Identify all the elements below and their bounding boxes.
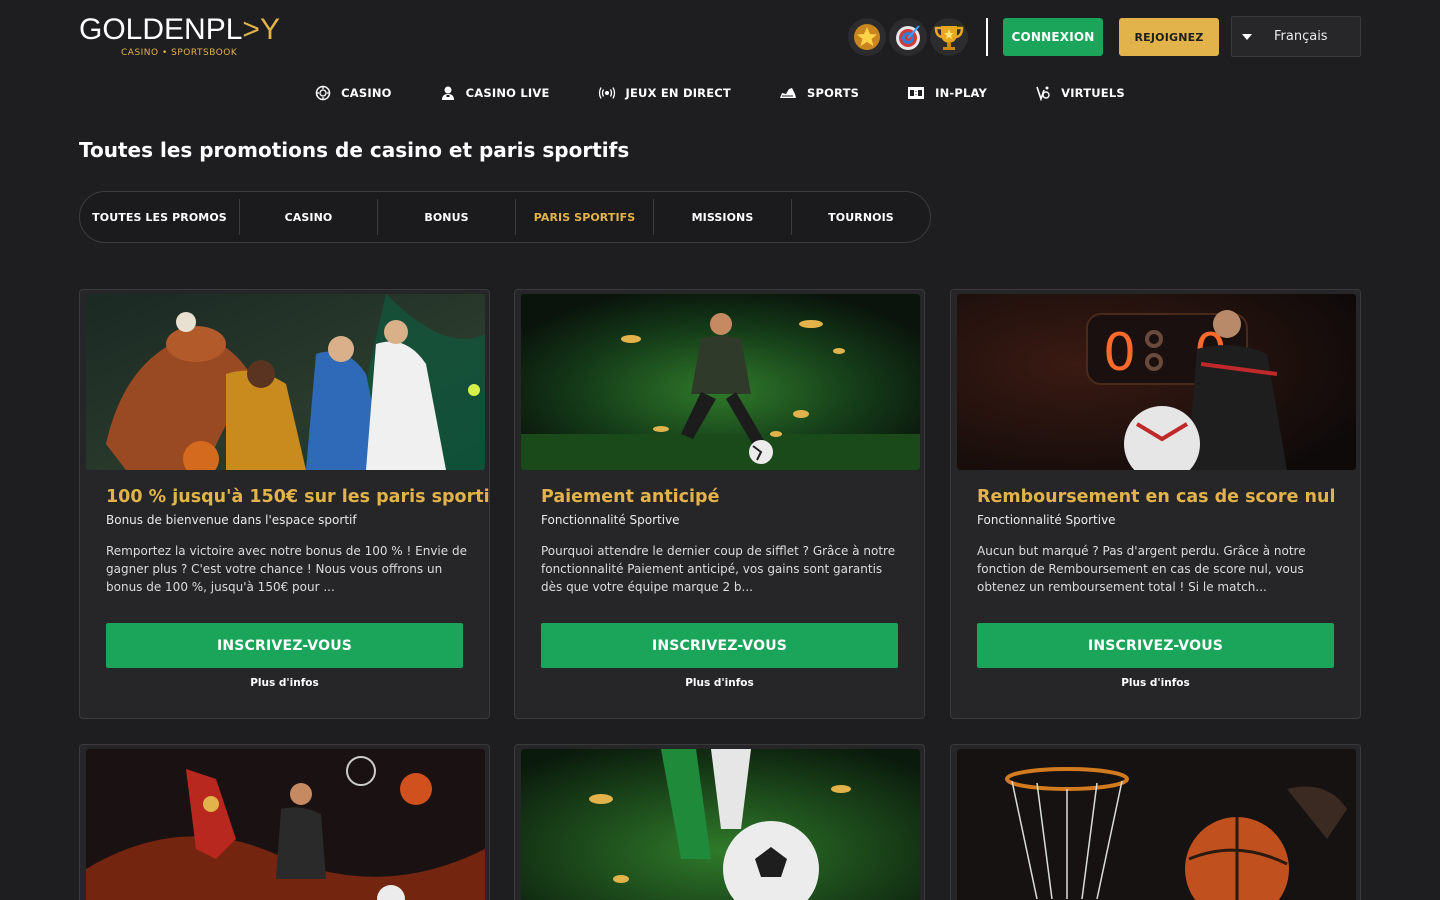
signup-button[interactable]: INSCRIVEZ-VOUS [541, 623, 898, 668]
tab-bonus[interactable]: BONUS [378, 199, 516, 235]
nav-item-virtual[interactable]: VIRTUELS [1035, 80, 1125, 106]
language-select[interactable]: Français [1231, 16, 1361, 57]
language-value: Français [1274, 29, 1328, 44]
promo-card [79, 744, 490, 900]
virtual-icon [1036, 86, 1050, 101]
nav-item-sports[interactable]: SPORTS [779, 80, 859, 106]
login-button[interactable]: CONNEXION [1003, 18, 1103, 56]
promo-image-scoreboard: 0 0 [957, 294, 1356, 470]
trophy-badge-icon[interactable] [930, 18, 968, 56]
dealer-icon [441, 86, 454, 100]
promo-description: Remportez la victoire avec notre bonus d… [106, 544, 467, 594]
more-info-link[interactable]: Plus d'infos [106, 677, 463, 689]
tab-casino[interactable]: CASINO [240, 199, 378, 235]
nav-label: JEUX EN DIRECT [625, 86, 731, 100]
goldenplay-logo[interactable]: GOLDENPL>Y CASINO • SPORTSBOOK [79, 13, 280, 59]
casino-chip-icon [315, 85, 331, 101]
nav-item-in-play[interactable]: IN-PLAY [907, 80, 987, 106]
more-info-link[interactable]: Plus d'infos [977, 677, 1334, 689]
join-button[interactable]: REJOIGNEZ [1119, 18, 1219, 56]
promo-title: 100 % jusqu'à 150€ sur les paris sportif… [106, 487, 490, 507]
promo-card: Paiement anticipé Fonctionnalité Sportiv… [514, 289, 925, 719]
promo-filter-tabs: TOUTES LES PROMOS CASINO BONUS PARIS SPO… [79, 191, 931, 243]
promo-subtitle: Fonctionnalité Sportive [977, 513, 1116, 527]
logo-wordmark: GOLDENPL>Y [79, 13, 280, 46]
main-nav: CASINO CASINO LIVE JEUX EN DIRECT SPORTS… [0, 80, 1440, 106]
promo-subtitle: Fonctionnalité Sportive [541, 513, 680, 527]
site-header: GOLDENPL>Y CASINO • SPORTSBOOK CONNEXION… [0, 0, 1440, 70]
nav-label: IN-PLAY [935, 86, 988, 100]
promo-image-soccer-player [521, 294, 920, 470]
target-badge-icon[interactable] [889, 18, 927, 56]
nav-item-casino[interactable]: CASINO [315, 80, 392, 106]
promo-card [514, 744, 925, 900]
promo-card: 100 % jusqu'à 150€ sur les paris sportif… [79, 289, 490, 719]
logo-tagline: CASINO • SPORTSBOOK [121, 48, 238, 58]
promo-title: Remboursement en cas de score nul [977, 487, 1336, 507]
header-divider [986, 18, 988, 56]
svg-text:0: 0 [1103, 323, 1136, 383]
promo-card [950, 744, 1361, 900]
nav-label: CASINO [341, 86, 392, 100]
scoreboard-icon [908, 87, 925, 99]
promo-description: Aucun but marqué ? Pas d'argent perdu. G… [977, 544, 1306, 594]
nav-item-live-games[interactable]: JEUX EN DIRECT [598, 80, 731, 106]
tab-all-promos[interactable]: TOUTES LES PROMOS [80, 199, 240, 235]
signup-button[interactable]: INSCRIVEZ-VOUS [977, 623, 1334, 668]
nav-label: VIRTUELS [1061, 86, 1125, 100]
star-badge-icon[interactable] [848, 18, 886, 56]
promo-subtitle: Bonus de bienvenue dans l'espace sportif [106, 513, 357, 527]
broadcast-icon [598, 87, 615, 99]
tab-sports-betting[interactable]: PARIS SPORTIFS [516, 199, 654, 235]
promo-image-rocket-tennis [86, 749, 485, 900]
nav-item-casino-live[interactable]: CASINO LIVE [440, 80, 550, 106]
more-info-link[interactable]: Plus d'infos [541, 677, 898, 689]
promo-description: Pourquoi attendre le dernier coup de sif… [541, 544, 896, 594]
nav-label: SPORTS [806, 86, 860, 100]
promo-title: Paiement anticipé [541, 487, 720, 507]
promo-image-multisport [86, 294, 485, 470]
signup-button[interactable]: INSCRIVEZ-VOUS [106, 623, 463, 668]
page-title: Toutes les promotions de casino et paris… [79, 138, 630, 162]
sports-shoe-icon [779, 88, 796, 98]
reward-badges [848, 18, 968, 56]
promo-image-soccer-ball [521, 749, 920, 900]
promo-image-basketball [957, 749, 1356, 900]
nav-label: CASINO LIVE [465, 86, 550, 100]
tab-tournaments[interactable]: TOURNOIS [792, 199, 930, 235]
caret-down-icon [1242, 33, 1252, 40]
tab-missions[interactable]: MISSIONS [654, 199, 792, 235]
promo-card: 0 0 Remboursement en cas de score nul Fo… [950, 289, 1361, 719]
